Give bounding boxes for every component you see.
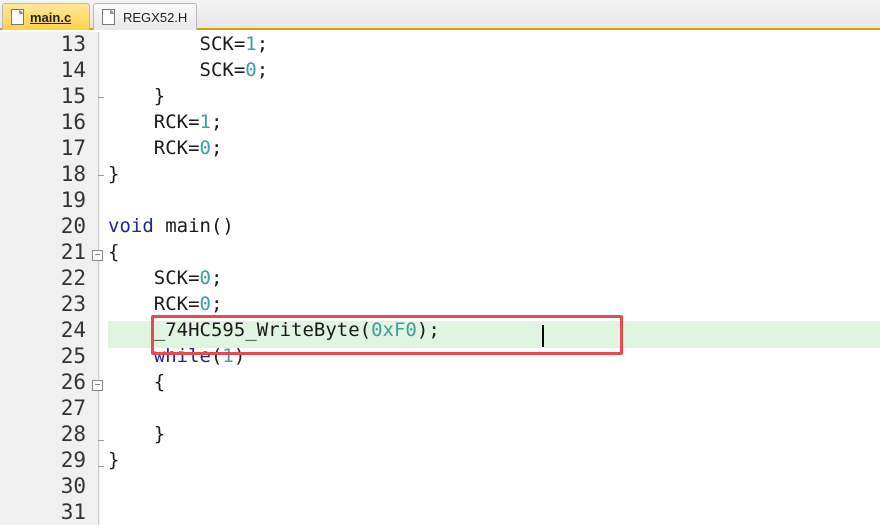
file-icon xyxy=(102,9,115,25)
code-text: void main() xyxy=(108,215,234,237)
line-number: 13 xyxy=(60,32,86,56)
code-line[interactable]: 28 } xyxy=(0,421,880,447)
line-number: 16 xyxy=(60,110,86,134)
code-line[interactable]: 30 xyxy=(0,473,880,499)
code-text: { xyxy=(108,241,120,263)
code-text: { xyxy=(108,371,166,393)
line-number: 23 xyxy=(60,292,86,316)
tab-regx52-h[interactable]: REGX52.H xyxy=(93,3,197,30)
code-text: RCK=1; xyxy=(108,111,223,133)
code-line[interactable]: 18} xyxy=(0,161,880,187)
fold-collapse-icon[interactable]: − xyxy=(92,250,103,261)
line-number: 14 xyxy=(60,58,86,82)
code-line[interactable]: 13 SCK=1; xyxy=(0,31,880,57)
line-number: 20 xyxy=(60,214,86,238)
code-line[interactable]: 17 RCK=0; xyxy=(0,135,880,161)
code-line[interactable]: 27 xyxy=(0,395,880,421)
code-text: RCK=0; xyxy=(108,293,223,315)
line-number: 25 xyxy=(60,344,86,368)
line-number: 18 xyxy=(60,162,86,186)
line-number: 17 xyxy=(60,136,86,160)
code-line[interactable]: 22 SCK=0; xyxy=(0,265,880,291)
code-text: SCK=1; xyxy=(108,33,269,55)
code-text: SCK=0; xyxy=(108,59,269,81)
code-line[interactable]: 19 xyxy=(0,187,880,213)
code-line[interactable]: 31 xyxy=(0,499,880,525)
tab-main-c[interactable]: main.c xyxy=(2,3,90,30)
text-caret xyxy=(542,325,544,347)
line-number: 22 xyxy=(60,266,86,290)
line-number: 15 xyxy=(60,84,86,108)
line-number: 31 xyxy=(60,500,86,524)
code-text: } xyxy=(108,449,120,471)
file-icon xyxy=(11,9,24,25)
fold-end-marker xyxy=(98,466,104,467)
line-number: 19 xyxy=(60,188,86,212)
code-line[interactable]: 26 { xyxy=(0,369,880,395)
code-line[interactable]: 15 } xyxy=(0,83,880,109)
code-line[interactable]: 14 SCK=0; xyxy=(0,57,880,83)
line-number: 26 xyxy=(60,370,86,394)
code-text: } xyxy=(108,85,166,107)
fold-end-marker xyxy=(98,175,104,176)
code-text: } xyxy=(108,423,166,445)
code-line[interactable]: 16 RCK=1; xyxy=(0,109,880,135)
fold-end-marker xyxy=(98,97,104,98)
line-number: 28 xyxy=(60,422,86,446)
line-number: 21 xyxy=(60,240,86,264)
code-line[interactable]: 20 void main() xyxy=(0,213,880,239)
code-text: RCK=0; xyxy=(108,137,223,159)
annotation-highlight-box xyxy=(151,315,623,355)
line-number: 27 xyxy=(60,396,86,420)
code-text: } xyxy=(108,163,120,185)
tab-bar: main.c REGX52.H xyxy=(0,0,880,30)
code-line[interactable]: 21 { xyxy=(0,239,880,265)
fold-end-marker xyxy=(98,440,104,441)
line-number: 24 xyxy=(60,318,86,342)
code-line[interactable]: 29} xyxy=(0,447,880,473)
tab-label: main.c xyxy=(30,9,72,25)
tab-label: REGX52.H xyxy=(123,9,188,25)
line-number: 30 xyxy=(60,474,86,498)
code-text: SCK=0; xyxy=(108,267,223,289)
line-number: 29 xyxy=(60,448,86,472)
fold-collapse-icon[interactable]: − xyxy=(92,380,103,391)
code-line[interactable]: 23 RCK=0; xyxy=(0,291,880,317)
